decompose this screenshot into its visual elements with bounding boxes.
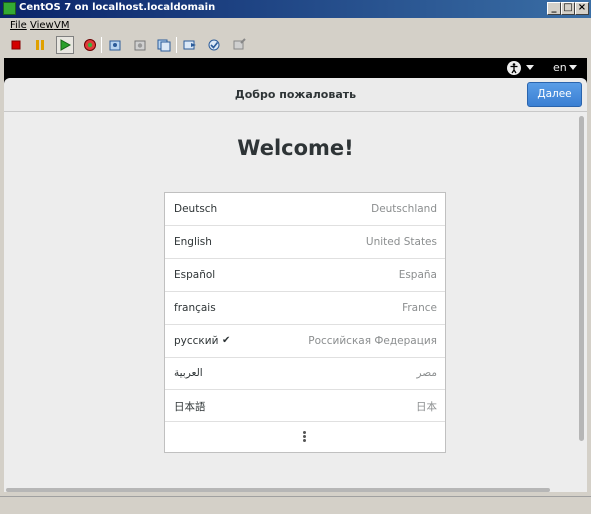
status-bar bbox=[0, 496, 591, 514]
stop-icon[interactable] bbox=[7, 36, 25, 54]
language-row[interactable]: Deutsch Deutschland bbox=[165, 193, 445, 226]
settings-icon[interactable] bbox=[106, 36, 124, 54]
checkmark-icon: ✔ bbox=[222, 335, 231, 346]
language-region: United States bbox=[365, 236, 437, 248]
language-region: España bbox=[398, 269, 437, 281]
window-titlebar: CentOS 7 on localhost.localdomain _ □ × bbox=[0, 0, 591, 18]
language-region: France bbox=[402, 302, 437, 314]
welcome-heading: Welcome! bbox=[237, 136, 354, 160]
language-indicator[interactable]: en bbox=[553, 61, 567, 74]
accessibility-dropdown-icon[interactable] bbox=[526, 65, 534, 70]
app-icon bbox=[3, 2, 16, 15]
header-bar: Добро пожаловать Далее bbox=[4, 78, 587, 112]
header-title: Добро пожаловать bbox=[234, 88, 357, 101]
language-native-name: 日本語 bbox=[174, 401, 206, 413]
play-icon[interactable] bbox=[56, 36, 74, 54]
window-title: CentOS 7 on localhost.localdomain bbox=[19, 2, 216, 13]
pause-icon[interactable] bbox=[31, 36, 49, 54]
language-region: Deutschland bbox=[371, 203, 437, 215]
language-native-name: العربية bbox=[174, 367, 203, 379]
accessibility-icon[interactable] bbox=[507, 61, 521, 75]
language-row[interactable]: English United States bbox=[165, 226, 445, 259]
gnome-top-bar: en bbox=[4, 58, 587, 78]
snapshot-manager-icon[interactable] bbox=[155, 36, 173, 54]
close-button[interactable]: × bbox=[575, 2, 589, 15]
language-row[interactable]: français France bbox=[165, 292, 445, 325]
more-icon bbox=[303, 431, 306, 434]
language-native-name: Deutsch bbox=[174, 203, 218, 215]
language-dropdown-icon[interactable] bbox=[569, 65, 577, 70]
language-row[interactable]: 日本語 日本 bbox=[165, 390, 445, 422]
send-keys-icon[interactable] bbox=[181, 36, 199, 54]
horizontal-scrollbar[interactable] bbox=[6, 488, 550, 492]
language-native-name: русский bbox=[174, 335, 219, 347]
restore-button[interactable]: □ bbox=[561, 2, 575, 15]
menu-view[interactable]: View bbox=[30, 20, 54, 31]
language-row[interactable]: العربية مصر bbox=[165, 358, 445, 390]
minimize-button[interactable]: _ bbox=[547, 2, 561, 15]
language-list: Deutsch Deutschland English United State… bbox=[164, 192, 446, 453]
check-icon[interactable] bbox=[205, 36, 223, 54]
language-region: 日本 bbox=[416, 401, 437, 413]
tools-icon[interactable] bbox=[230, 36, 248, 54]
more-languages-button[interactable] bbox=[165, 422, 445, 451]
vm-toolbar bbox=[0, 34, 591, 56]
refresh-icon[interactable] bbox=[81, 36, 99, 54]
vm-screen[interactable]: en Добро пожаловать Далее Welcome! Deuts… bbox=[4, 58, 587, 492]
language-region: مصر bbox=[416, 367, 437, 379]
language-native-name: English bbox=[174, 236, 212, 248]
language-native-name: Español bbox=[174, 269, 216, 281]
menu-file[interactable]: File bbox=[10, 20, 27, 31]
vertical-scrollbar[interactable] bbox=[579, 116, 584, 441]
welcome-page: Welcome! Deutsch Deutschland English Uni… bbox=[4, 112, 587, 492]
language-row-selected[interactable]: русский ✔ Российская Федерация bbox=[165, 325, 445, 358]
next-button[interactable]: Далее bbox=[527, 82, 582, 107]
menu-vm[interactable]: VM bbox=[54, 20, 69, 31]
language-row[interactable]: Español España bbox=[165, 259, 445, 292]
language-native-name: français bbox=[174, 302, 216, 314]
snapshot-icon[interactable] bbox=[131, 36, 149, 54]
menu-bar: File View VM bbox=[0, 18, 591, 34]
language-region: Российская Федерация bbox=[308, 335, 437, 347]
